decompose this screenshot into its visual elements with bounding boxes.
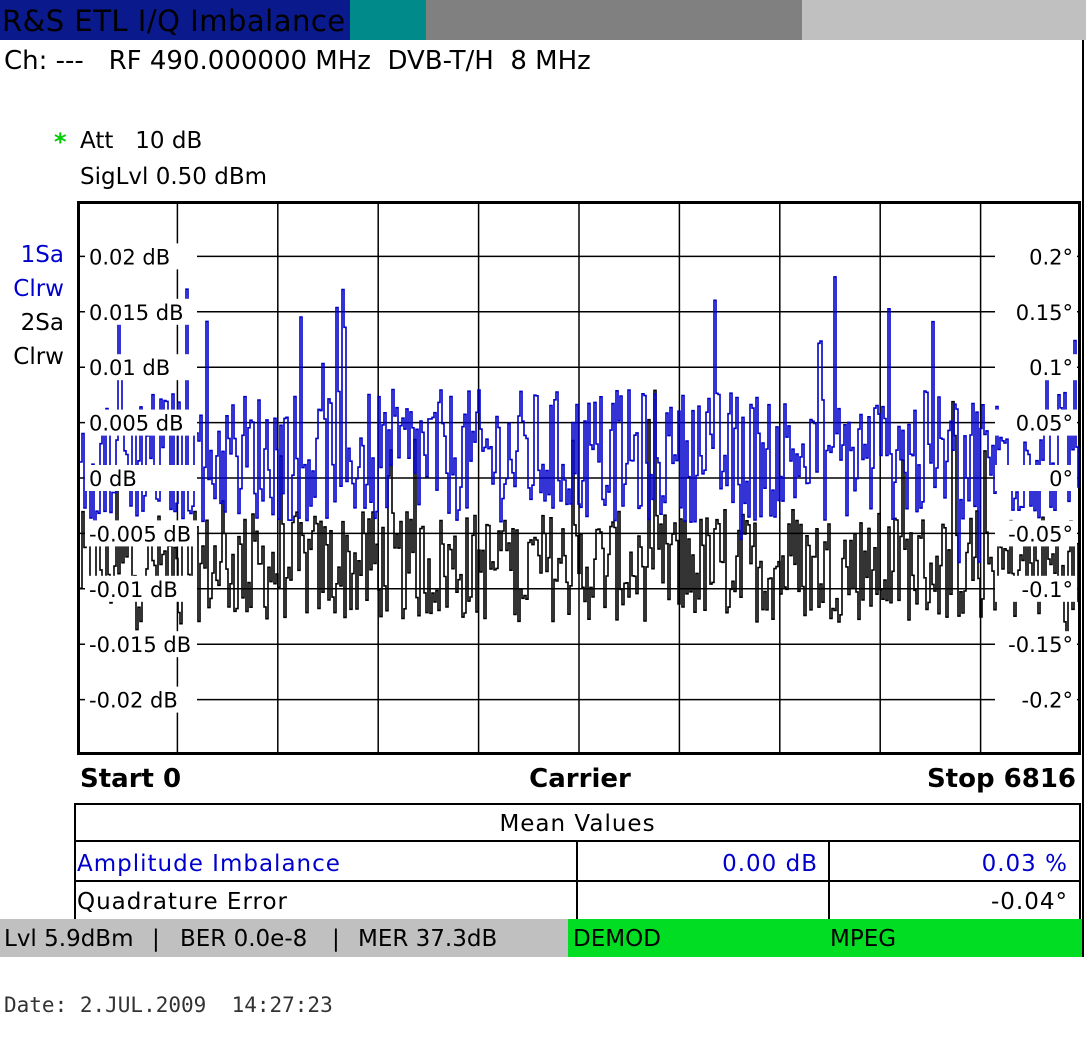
amplitude-imbalance-pct: 0.03 % <box>981 851 1068 877</box>
y-left-tick: -0.015 dB <box>89 633 191 657</box>
y-right-tick: -0.1° <box>1022 578 1073 602</box>
title-seg-lightgray <box>802 0 1086 40</box>
title-seg-gray <box>426 0 802 40</box>
y-left-tick: -0.005 dB <box>89 522 191 546</box>
y-left-tick: 0.015 dB <box>89 301 184 325</box>
y-right-tick: -0.15° <box>1008 633 1073 657</box>
status-mpeg: MPEG <box>830 926 897 952</box>
status-sep-2: | <box>332 926 340 952</box>
status-level: Lvl 5.9dBm <box>4 926 134 952</box>
y-right-tick: 0.05° <box>1016 412 1073 436</box>
trace2-name: 2Sa <box>20 310 64 336</box>
signal-level: SigLvl 0.50 dBm <box>80 164 268 190</box>
status-sep-1: | <box>152 926 160 952</box>
channel-info: Ch: --- RF 490.000000 MHz DVB-T/H 8 MHz <box>4 46 591 76</box>
chart-svg: 0.02 dB 0.2° 0.015 dB 0.15° 0.01 dB 0.1° 0.005… <box>77 201 1081 755</box>
trace2-mode: Clrw <box>13 344 64 370</box>
y-left-tick: 0.005 dB <box>89 412 184 436</box>
status-demod: DEMOD <box>573 926 661 952</box>
mean-values-table: Mean Values Amplitude Imbalance 0.00 dB … <box>74 803 1081 919</box>
y-left-tick: 0.01 dB <box>89 356 170 380</box>
iq-imbalance-chart: 0.02 dB 0.2° 0.015 dB 0.15° 0.01 dB 0.1° 0.005… <box>77 201 1081 755</box>
y-right-tick: 0.1° <box>1029 356 1073 380</box>
trace1-mode: Clrw <box>13 276 64 302</box>
att-marker: * <box>54 128 67 156</box>
x-start-label: Start 0 <box>80 764 182 794</box>
trace1-name: 1Sa <box>20 242 64 268</box>
amplitude-imbalance-db: 0.00 dB <box>722 851 818 877</box>
timestamp: Date: 2.JUL.2009 14:27:23 <box>4 993 333 1017</box>
y-left-tick: -0.02 dB <box>89 689 178 713</box>
title-bar: R&S ETL I/Q Imbalance <box>0 0 1086 40</box>
x-axis-label: Carrier <box>529 764 631 794</box>
frame-right-edge <box>1082 40 1084 957</box>
window-title: R&S ETL I/Q Imbalance <box>2 4 346 38</box>
y-right-tick: -0.2° <box>1022 689 1073 713</box>
title-seg-teal <box>350 0 426 40</box>
y-right-tick: 0.15° <box>1016 301 1073 325</box>
status-bar: Lvl 5.9dBm | BER 0.0e-8 | MER 37.3dB DEM… <box>0 919 1086 957</box>
y-left-tick: 0 dB <box>89 467 137 491</box>
status-mer: MER 37.3dB <box>358 926 498 952</box>
mean-values-header: Mean Values <box>499 811 656 837</box>
amplitude-imbalance-label: Amplitude Imbalance <box>77 851 341 877</box>
quadrature-error-label: Quadrature Error <box>77 889 288 915</box>
quadrature-error-deg: -0.04° <box>990 889 1068 915</box>
y-right-tick: 0.2° <box>1029 245 1073 269</box>
status-ber: BER 0.0e-8 <box>180 926 308 952</box>
y-left-tick: -0.01 dB <box>89 578 178 602</box>
x-stop-label: Stop 6816 <box>926 764 1076 794</box>
y-right-tick: -0.05° <box>1008 522 1073 546</box>
y-left-tick: 0.02 dB <box>89 245 170 269</box>
attenuation: Att 10 dB <box>80 128 203 154</box>
y-right-tick: 0° <box>1049 467 1073 491</box>
